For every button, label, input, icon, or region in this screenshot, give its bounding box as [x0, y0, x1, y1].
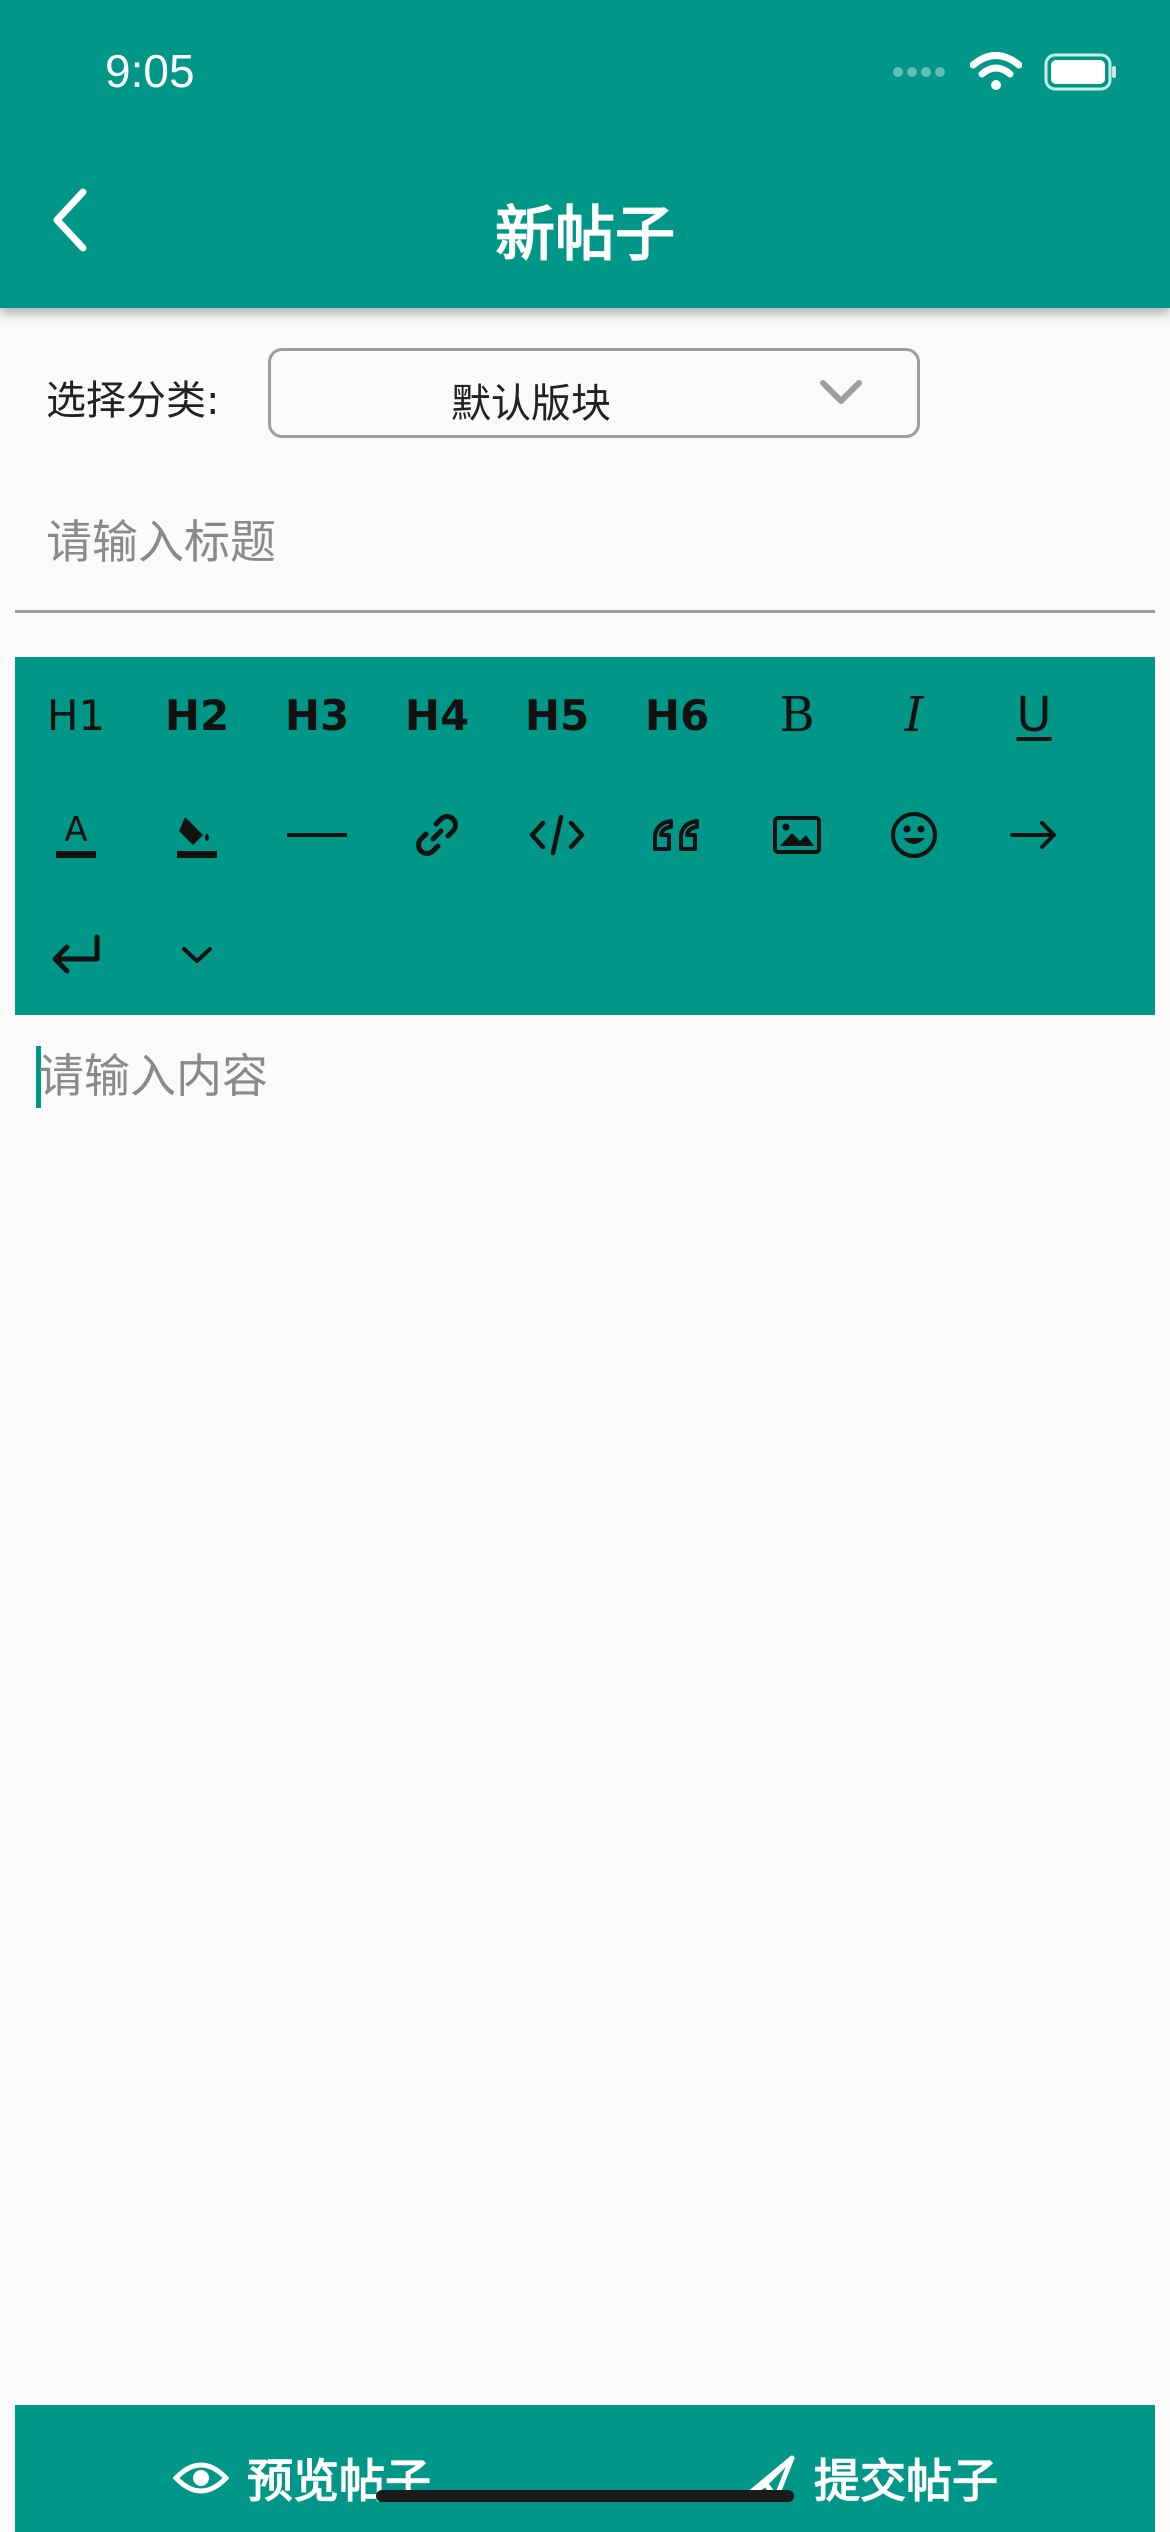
page-title: 新帖子	[495, 200, 675, 270]
italic-button[interactable]: I	[869, 670, 959, 760]
h5-button[interactable]: H5	[512, 670, 602, 760]
bottom-action-bar: 预览帖子 提交帖子	[15, 2405, 1155, 2532]
newline-button[interactable]	[31, 910, 121, 1000]
underline-button[interactable]: U	[989, 670, 1079, 760]
submit-label: 提交帖子	[814, 2454, 998, 2508]
category-dropdown[interactable]: 默认版块	[268, 348, 920, 438]
h4-label: H4	[404, 690, 470, 740]
wifi-icon	[970, 52, 1022, 90]
emoji-button[interactable]	[869, 790, 959, 880]
quote-icon	[653, 819, 699, 851]
home-indicator	[376, 2490, 794, 2502]
return-icon	[52, 934, 100, 974]
horizontal-rule-button[interactable]	[272, 790, 362, 880]
status-time: 9:05	[105, 45, 195, 97]
h1-button[interactable]: H1	[31, 670, 121, 760]
arrow-right-icon	[1010, 821, 1056, 849]
h6-label: H6	[644, 690, 710, 740]
quote-button[interactable]	[632, 790, 722, 880]
h6-button[interactable]: H6	[632, 670, 722, 760]
bold-button[interactable]: B	[752, 670, 842, 760]
battery-icon	[1044, 53, 1116, 91]
title-underline	[15, 610, 1155, 613]
eye-icon	[173, 2462, 229, 2494]
image-button[interactable]	[752, 790, 842, 880]
fill-color-icon	[177, 817, 217, 858]
font-color-letter: A	[64, 809, 88, 850]
category-value: 默认版块	[451, 381, 611, 427]
h2-button[interactable]: H2	[152, 670, 242, 760]
font-color-icon: A	[56, 813, 96, 858]
italic-label: I	[904, 687, 924, 743]
app-bar: 9:05 新帖子	[0, 0, 1170, 308]
h4-button[interactable]: H4	[392, 670, 482, 760]
toolbar-collapse-button[interactable]	[152, 910, 242, 1000]
horizontal-rule-icon	[287, 833, 347, 837]
category-label: 选择分类:	[46, 378, 220, 424]
fill-color-button[interactable]	[152, 790, 242, 880]
font-color-button[interactable]: A	[31, 790, 121, 880]
link-button[interactable]	[392, 790, 482, 880]
code-button[interactable]	[512, 790, 602, 880]
chevron-down-icon	[820, 380, 862, 404]
bold-label: B	[779, 687, 815, 743]
font-color-bar	[56, 850, 96, 858]
h3-button[interactable]: H3	[272, 670, 362, 760]
signal-icon	[893, 67, 945, 77]
indent-button[interactable]	[989, 790, 1079, 880]
image-icon	[773, 816, 821, 854]
format-toolbar: H1 H2 H3 H4 H5 H6 B I U A	[15, 657, 1155, 1015]
underline-label: U	[1016, 687, 1052, 743]
h3-label: H3	[284, 690, 350, 740]
link-icon	[416, 814, 458, 856]
h5-label: H5	[524, 690, 590, 740]
chevron-down-icon	[182, 947, 212, 963]
content-input[interactable]: 请输入内容	[38, 1040, 268, 1106]
emoji-icon	[891, 812, 937, 858]
h2-label: H2	[164, 690, 230, 740]
status-icons	[892, 52, 1118, 92]
code-icon	[529, 814, 585, 856]
title-input[interactable]: 请输入标题	[46, 506, 276, 572]
h1-label: H1	[46, 690, 106, 740]
